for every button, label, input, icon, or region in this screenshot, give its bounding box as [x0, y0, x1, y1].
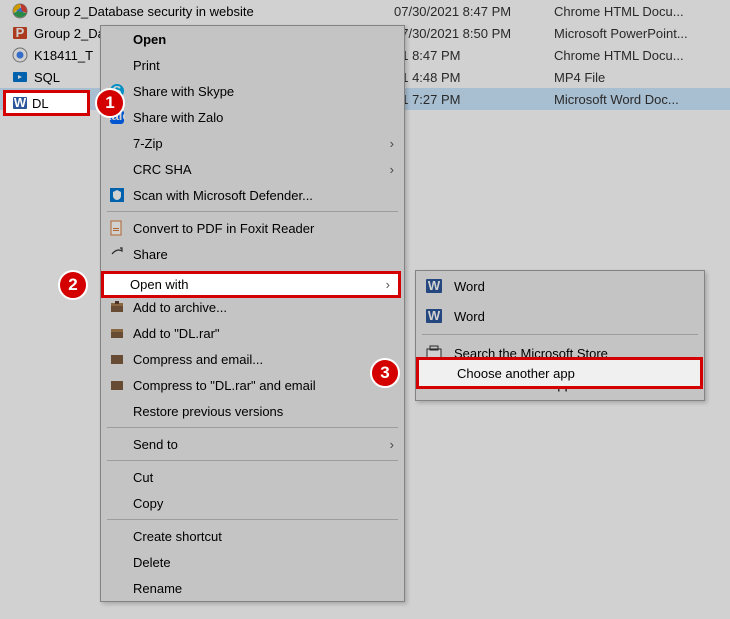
- menu-separator: [107, 460, 398, 461]
- video-icon: [12, 69, 28, 85]
- word-icon: W: [12, 91, 28, 107]
- foxit-icon: [107, 218, 127, 238]
- file-type: Chrome HTML Docu...: [554, 4, 714, 19]
- file-date: 07/30/2021 8:50 PM: [394, 26, 554, 41]
- menu-delete[interactable]: Delete: [101, 549, 404, 575]
- menu-share-zalo[interactable]: ZaloShare with Zalo: [101, 104, 404, 130]
- file-type: Chrome HTML Docu...: [554, 48, 714, 63]
- powerpoint-icon: P: [12, 25, 28, 41]
- file-date: 21 7:27 PM: [394, 92, 554, 107]
- store-icon: [424, 343, 444, 363]
- file-size: 10: [714, 70, 730, 85]
- menu-add-dlrar[interactable]: Add to "DL.rar": [101, 320, 404, 346]
- chevron-right-icon: ›: [382, 437, 394, 452]
- word-icon: W: [424, 306, 444, 326]
- file-date: 07/30/2021 8:47 PM: [394, 4, 554, 19]
- file-type: Microsoft Word Doc...: [554, 92, 714, 107]
- chevron-right-icon: ›: [382, 273, 394, 288]
- submenu-word[interactable]: WWord: [416, 271, 704, 301]
- callout-badge-2: 2: [58, 270, 88, 300]
- open-with-submenu: WWord WWord Search the Microsoft Store C…: [415, 270, 705, 401]
- menu-compress-dlrar-email[interactable]: Compress to "DL.rar" and email: [101, 372, 404, 398]
- menu-foxit[interactable]: Convert to PDF in Foxit Reader: [101, 215, 404, 241]
- menu-separator: [107, 211, 398, 212]
- file-row[interactable]: Group 2_Database security in website 07/…: [0, 0, 730, 22]
- menu-add-archive[interactable]: Add to archive...: [101, 294, 404, 320]
- winrar-icon: [107, 323, 127, 343]
- svg-text:W: W: [428, 308, 441, 323]
- menu-compress-email[interactable]: Compress and email...: [101, 346, 404, 372]
- submenu-search-store[interactable]: Search the Microsoft Store: [416, 338, 704, 368]
- menu-separator: [107, 427, 398, 428]
- chrome-icon: [12, 47, 28, 63]
- menu-separator: [107, 519, 398, 520]
- menu-create-shortcut[interactable]: Create shortcut: [101, 523, 404, 549]
- menu-send-to[interactable]: Send to›: [101, 431, 404, 457]
- menu-defender[interactable]: Scan with Microsoft Defender...: [101, 182, 404, 208]
- file-type: Microsoft PowerPoint...: [554, 26, 714, 41]
- winrar-icon: [107, 375, 127, 395]
- menu-separator: [422, 334, 698, 335]
- file-date: 21 8:47 PM: [394, 48, 554, 63]
- file-date: 21 4:48 PM: [394, 70, 554, 85]
- svg-text:W: W: [14, 91, 27, 106]
- svg-text:W: W: [428, 278, 441, 293]
- chevron-right-icon: ›: [382, 136, 394, 151]
- file-type: MP4 File: [554, 70, 714, 85]
- menu-7zip[interactable]: 7-Zip›: [101, 130, 404, 156]
- winrar-icon: [107, 297, 127, 317]
- svg-text:P: P: [16, 25, 25, 40]
- callout-badge-1: 1: [95, 88, 125, 118]
- menu-cut[interactable]: Cut: [101, 464, 404, 490]
- word-icon: W: [424, 276, 444, 296]
- menu-open[interactable]: Open: [101, 26, 404, 52]
- callout-badge-3: 3: [370, 358, 400, 388]
- winrar-icon: [107, 349, 127, 369]
- share-icon: [107, 244, 127, 264]
- menu-share-skype[interactable]: SShare with Skype: [101, 78, 404, 104]
- menu-rename[interactable]: Rename: [101, 575, 404, 601]
- submenu-choose-another-app[interactable]: Choose another app: [416, 368, 704, 400]
- context-menu: Open Print SShare with Skype ZaloShare w…: [100, 25, 405, 602]
- defender-icon: [107, 185, 127, 205]
- menu-crc-sha[interactable]: CRC SHA›: [101, 156, 404, 182]
- menu-share[interactable]: Share: [101, 241, 404, 267]
- menu-print[interactable]: Print: [101, 52, 404, 78]
- chevron-right-icon: ›: [382, 162, 394, 177]
- menu-restore[interactable]: Restore previous versions: [101, 398, 404, 424]
- chrome-icon: [12, 3, 28, 19]
- menu-copy[interactable]: Copy: [101, 490, 404, 516]
- submenu-word[interactable]: WWord: [416, 301, 704, 331]
- file-name: Group 2_Database security in website: [34, 4, 394, 19]
- menu-open-with[interactable]: Open with›: [101, 267, 404, 294]
